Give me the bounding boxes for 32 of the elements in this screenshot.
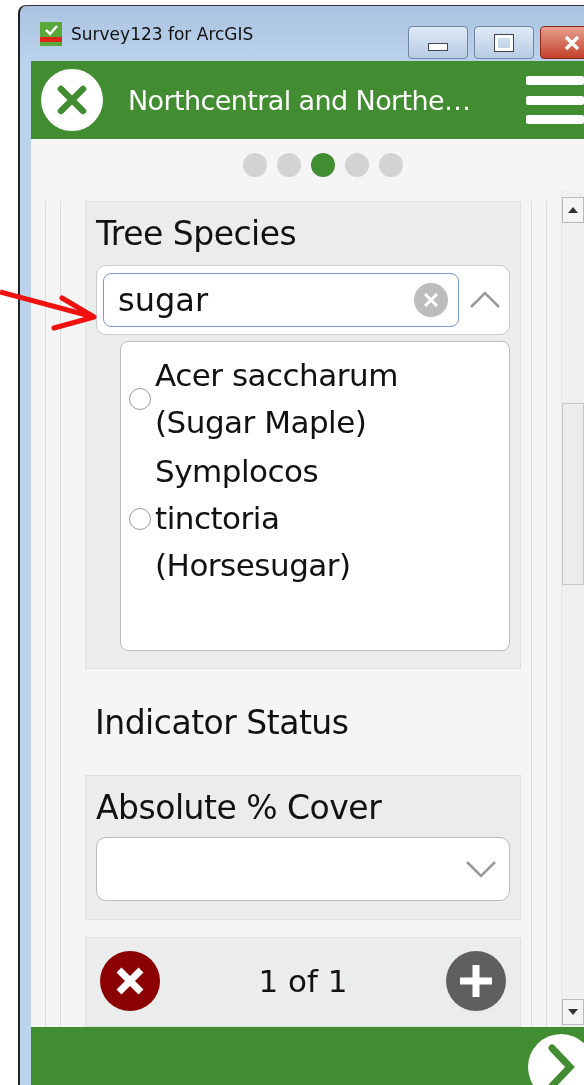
triangle-up-icon [568,207,578,213]
page-indicator-dot[interactable] [242,153,267,177]
question-label: Indicator Status [95,703,350,744]
record-counter: 1 of 1 [258,963,348,999]
close-survey-button[interactable] [40,68,104,132]
radio-button[interactable] [129,507,151,530]
survey-title: Northcentral and Northe… [128,84,471,116]
add-icon[interactable] [446,951,506,1011]
triangle-down-icon [568,1009,578,1015]
question-label: Absolute % Cover [96,788,383,827]
question-label: Tree Species [96,214,298,253]
scroll-down-button[interactable] [562,999,584,1025]
radio-button[interactable] [129,388,151,410]
chevron-down-icon [465,860,497,878]
scroll-up-button[interactable] [562,197,584,223]
option-label[interactable]: Acer saccharum (Sugar Maple) [155,352,425,446]
window-title: Survey123 for ArcGIS [71,23,254,44]
menu-button[interactable] [526,76,584,124]
search-field[interactable]: sugar [103,273,459,327]
page-indicator-dot[interactable] [344,153,369,177]
dropdown-field[interactable] [96,837,510,901]
scrollbar[interactable] [561,191,584,1027]
delete-icon[interactable] [100,951,160,1011]
caret-up-icon[interactable] [469,291,501,309]
page-indicator-dot[interactable] [310,153,335,177]
minimize-button[interactable] [408,26,468,59]
scroll-thumb[interactable] [562,403,584,585]
page-indicator-dot[interactable] [276,153,301,177]
searchable-dropdown[interactable]: sugar [96,265,510,335]
option-label[interactable]: Symplocos tinctoria (Horsesugar) [155,448,425,589]
page-indicator-dot[interactable] [378,153,403,177]
maximize-button[interactable] [474,26,534,59]
